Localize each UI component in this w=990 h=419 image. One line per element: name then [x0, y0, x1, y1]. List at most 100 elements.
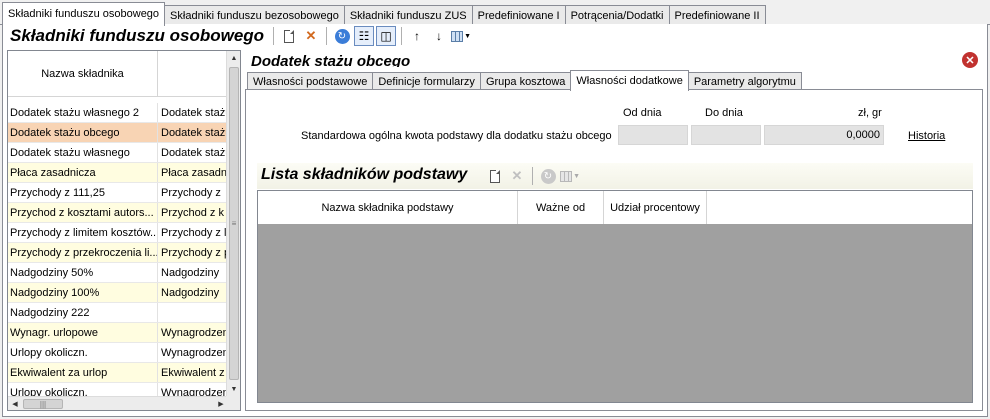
column-label-do-dnia: Do dnia: [705, 107, 743, 119]
lista-delete-button[interactable]: ✕: [507, 166, 527, 186]
column-header-2[interactable]: [158, 51, 228, 96]
scroll-thumb[interactable]: ≡: [229, 67, 239, 380]
lista-refresh-button[interactable]: ↻: [538, 166, 558, 186]
chevron-down-icon: ▼: [573, 172, 580, 180]
refresh-button[interactable]: ↻: [332, 26, 352, 46]
move-up-button[interactable]: ↑: [407, 26, 427, 46]
cell-2: Dodatek stażu: [161, 126, 228, 139]
close-button[interactable]: ✕: [962, 52, 978, 68]
table-row[interactable]: Ekwiwalent za urlop Ekwiwalent z: [8, 363, 228, 383]
new-document-icon: [490, 169, 500, 183]
page-title: Składniki funduszu osobowego: [10, 26, 265, 45]
cell-nazwa: Przychod z kosztami autors...: [8, 203, 158, 222]
main-toolbar: ✕ ↻ ☷ ◫ ↑ ↓ ▼: [270, 26, 471, 46]
table-row[interactable]: Dodatek stażu obcego Dodatek stażu: [8, 123, 228, 143]
table-row[interactable]: Nadgodziny 50% Nadgodziny: [8, 263, 228, 283]
column-header-nazwa[interactable]: Nazwa składnika: [8, 51, 158, 96]
delete-button[interactable]: ✕: [301, 26, 321, 46]
grid-icon: [560, 170, 573, 182]
kwota-label: Standardowa ogólna kwota podstawy dla do…: [301, 130, 612, 142]
table-row[interactable]: Wynagr. urlopowe Wynagrodzen: [8, 323, 228, 343]
grid-rows: Dodatek stażu własnego 2 Dodatek stażu Dod…: [8, 97, 228, 403]
toolbar-separator: [326, 27, 327, 45]
move-down-button[interactable]: ↓: [429, 26, 449, 46]
column-label-od-dnia: Od dnia: [623, 107, 662, 119]
cell-2: Wynagrodzen: [161, 326, 228, 339]
scroll-down-icon[interactable]: ▼: [227, 382, 240, 396]
scroll-thumb[interactable]: |||: [23, 399, 63, 409]
table-row[interactable]: Przychody z limitem kosztów... Przychody …: [8, 223, 228, 243]
new-button[interactable]: [279, 26, 299, 46]
detail-tab[interactable]: Parametry algorytmu: [687, 72, 802, 90]
grid-options-button[interactable]: ▼: [451, 26, 471, 46]
table-row[interactable]: Urlopy okoliczn. Wynagrodzen: [8, 343, 228, 363]
cell-2: Wynagrodzen: [161, 346, 228, 359]
table-row[interactable]: Przychody z 111,25 Przychody z: [8, 183, 228, 203]
scroll-left-icon[interactable]: ◀: [8, 397, 22, 410]
cell-2: Przychody z l: [161, 226, 227, 239]
toolbar-separator: [532, 167, 533, 185]
cell-nazwa: Ekwiwalent za urlop: [8, 363, 158, 382]
top-tab[interactable]: Predefiniowane II: [668, 5, 766, 25]
table-row[interactable]: Dodatek stażu własnego 2 Dodatek stażu: [8, 103, 228, 123]
table-row[interactable]: Nadgodziny 222: [8, 303, 228, 323]
column-header-udzial[interactable]: Udział procentowy: [604, 191, 707, 224]
cell-nazwa: Wynagr. urlopowe: [8, 323, 158, 342]
cell-2: Przychod z k: [161, 206, 224, 219]
delete-icon: ✕: [305, 28, 317, 43]
arrow-down-icon: ↓: [436, 29, 442, 43]
table-row[interactable]: Nadgodziny 100% Nadgodziny: [8, 283, 228, 303]
historia-link[interactable]: Historia: [908, 130, 945, 142]
detail-tab[interactable]: Własności podstawowe: [247, 72, 374, 90]
cell-nazwa: Dodatek stażu obcego: [8, 123, 158, 142]
detail-title: Dodatek stażu obcego: [251, 53, 411, 67]
lista-grid: Nazwa składnika podstawy Ważne od Udział…: [257, 190, 973, 403]
cell-2: Nadgodziny: [161, 266, 220, 279]
scroll-corner: [226, 396, 240, 410]
cell-2: Nadgodziny: [161, 286, 220, 299]
do-dnia-field[interactable]: [691, 125, 761, 145]
table-row[interactable]: Przychody z przekroczenia li... Przychody…: [8, 243, 228, 263]
cell-nazwa: Dodatek stażu własnego 2: [8, 103, 158, 122]
refresh-icon: ↻: [334, 28, 350, 44]
top-tab-strip: Składniki funduszu osobowego Składniki fu…: [0, 0, 990, 26]
column-header-wazne-od[interactable]: Ważne od: [518, 191, 604, 224]
top-tab[interactable]: Składniki funduszu osobowego: [2, 2, 166, 26]
table-row[interactable]: Przychod z kosztami autors... Przychod z …: [8, 203, 228, 223]
cell-2: [158, 303, 228, 322]
horizontal-scrollbar[interactable]: ◀ ||| ▶: [8, 396, 228, 410]
column-header-nazwa-podstawy[interactable]: Nazwa składnika podstawy: [258, 191, 518, 224]
cell-nazwa: Nadgodziny 222: [8, 303, 158, 322]
cell-nazwa: Dodatek stażu własnego: [8, 143, 158, 162]
top-tab[interactable]: Składniki funduszu bezosobowego: [164, 5, 345, 25]
lista-grid-options-button[interactable]: ▼: [560, 166, 580, 186]
lista-grid-header: Nazwa składnika podstawy Ważne od Udział…: [258, 191, 972, 224]
cell-nazwa: Nadgodziny 50%: [8, 263, 158, 282]
new-document-icon: [284, 29, 294, 43]
delete-icon: ✕: [511, 168, 523, 183]
components-grid: Nazwa składnika Dodatek stażu własnego 2…: [7, 50, 241, 411]
grid-header: Nazwa składnika: [8, 51, 228, 97]
close-icon: ✕: [965, 54, 975, 67]
cell-nazwa: Przychody z 111,25: [8, 183, 158, 202]
cell-nazwa: Płaca zasadnicza: [8, 163, 158, 182]
cell-2: Przychody z: [161, 186, 221, 199]
top-tab[interactable]: Potrącenia/Dodatki: [564, 5, 670, 25]
table-row[interactable]: Płaca zasadniczaPłaca zasadnicza: [8, 163, 228, 183]
top-tab[interactable]: Składniki funduszu ZUS: [343, 5, 473, 25]
filter-toggle-button[interactable]: ☷: [354, 26, 374, 46]
detail-tab[interactable]: Definicje formularzy: [372, 72, 481, 90]
top-tab[interactable]: Predefiniowane I: [471, 5, 566, 25]
kwota-field[interactable]: 0,0000: [764, 125, 884, 145]
detail-tab[interactable]: Własności dodatkowe: [570, 70, 689, 91]
scroll-up-icon[interactable]: ▲: [227, 51, 240, 65]
lista-new-button[interactable]: [485, 166, 505, 186]
detail-tab[interactable]: Grupa kosztowa: [479, 72, 572, 90]
cell-2: Dodatek stażu: [161, 146, 228, 159]
vertical-scrollbar[interactable]: ▲ ≡ ▼: [226, 51, 240, 396]
filter-icon: ☷: [358, 29, 370, 43]
od-dnia-field[interactable]: [618, 125, 688, 145]
table-row[interactable]: Dodatek stażu własnego Dodatek stażu: [8, 143, 228, 163]
refresh-icon: ↻: [540, 168, 556, 184]
split-view-button[interactable]: ◫: [376, 26, 396, 46]
